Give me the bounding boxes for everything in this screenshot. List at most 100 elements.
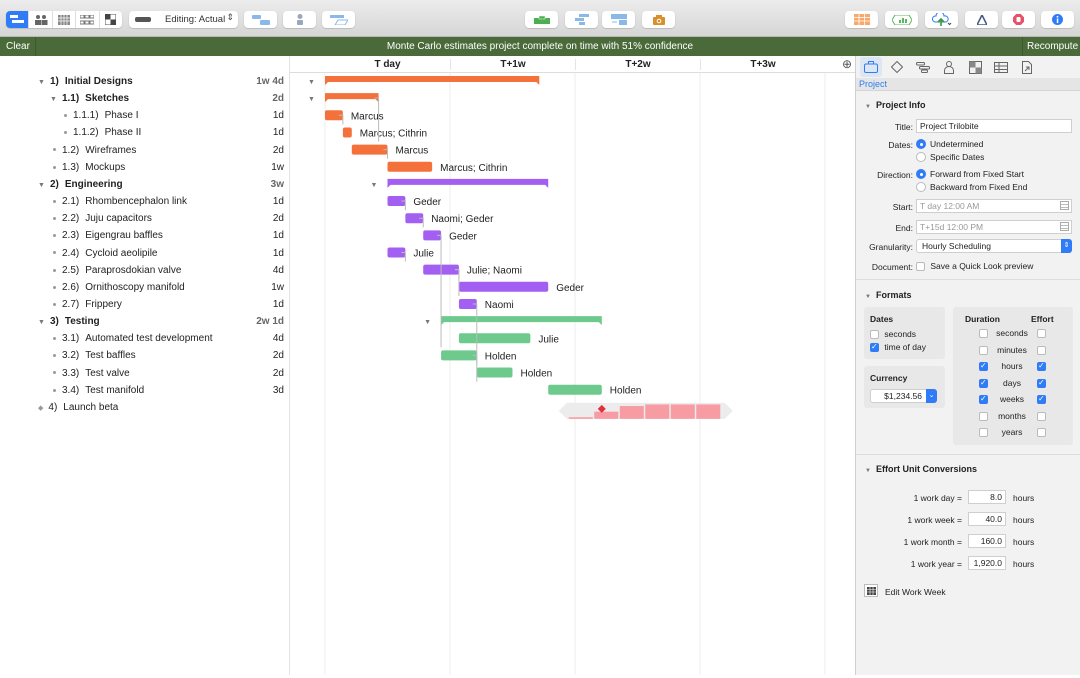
task-effort[interactable]: 3w: [271, 179, 284, 190]
outline-row[interactable]: 1.2) Wireframes 2d: [0, 142, 290, 159]
disclosure-triangle-icon[interactable]: ▼: [38, 182, 45, 189]
task-effort[interactable]: 1d: [273, 299, 284, 310]
outline-row[interactable]: 2.7) Frippery 1d: [0, 296, 290, 313]
conversion-value-field[interactable]: 1,920.0: [968, 556, 1006, 570]
effort-hours-checkbox[interactable]: [1037, 361, 1046, 371]
task-effort[interactable]: 1d: [273, 127, 284, 138]
tab-project[interactable]: [860, 57, 882, 77]
outline-row[interactable]: 3.3) Test valve 2d: [0, 365, 290, 382]
effort-years-checkbox[interactable]: [1037, 428, 1046, 437]
outline-row[interactable]: 3.1) Automated test development 4d: [0, 330, 290, 347]
conversion-value-field[interactable]: 40.0: [968, 512, 1006, 526]
edit-work-week-label[interactable]: Edit Work Week: [885, 587, 946, 597]
outline-row[interactable]: ▼ 3) Testing 2w 1d: [0, 313, 290, 330]
task-effort[interactable]: 4d: [273, 265, 284, 276]
outline-row[interactable]: 2.5) Paraprosdokian valve 4d: [0, 262, 290, 279]
outline-row[interactable]: 1.1.2) Phase II 1d: [0, 124, 290, 141]
outline-row[interactable]: 2.6) Ornithoscopy manifold 1w: [0, 279, 290, 296]
add-milestone-button[interactable]: [322, 11, 355, 28]
task-title[interactable]: 2.3) Eigengrau baffles: [53, 230, 163, 241]
styles-view-button[interactable]: [100, 11, 122, 28]
duration-months-checkbox[interactable]: [979, 411, 988, 421]
task-bar[interactable]: [548, 384, 602, 395]
duration-years-checkbox[interactable]: [979, 428, 988, 437]
conversion-value-field[interactable]: 8.0: [968, 490, 1006, 504]
task-effort[interactable]: 2d: [273, 213, 284, 224]
duration-days-checkbox[interactable]: [979, 378, 988, 388]
task-title[interactable]: 1.1.2) Phase II: [64, 127, 141, 138]
tab-table[interactable]: [990, 57, 1012, 77]
task-title[interactable]: 2.2) Juju capacitors: [53, 213, 152, 224]
disclosure-triangle-icon[interactable]: ▼: [38, 319, 45, 326]
end-date-field[interactable]: T+15d 12:00 PM: [916, 220, 1072, 234]
tab-task[interactable]: [912, 57, 934, 77]
violations-button[interactable]: [1002, 11, 1035, 28]
editing-mode-select[interactable]: Editing: Actual ⇕: [129, 11, 238, 28]
dates-time-of-day-checkbox[interactable]: time of day: [870, 342, 926, 353]
duration-hours-checkbox[interactable]: [979, 361, 988, 371]
distribution-bin[interactable]: [594, 411, 619, 419]
inspector-button[interactable]: [1041, 11, 1074, 28]
edit-work-week-button[interactable]: [864, 584, 878, 597]
outline-row[interactable]: 2.1) Rhombencephalon link 1d: [0, 193, 290, 210]
baseline-button[interactable]: [602, 11, 635, 28]
task-effort[interactable]: 1d: [273, 110, 284, 121]
task-title[interactable]: 1.2) Wireframes: [53, 145, 136, 156]
network-view-button[interactable]: [76, 11, 100, 28]
clear-button[interactable]: Clear: [0, 37, 36, 56]
duration-minutes-checkbox[interactable]: [979, 345, 988, 355]
task-title[interactable]: 1.1.1) Phase I: [64, 110, 139, 121]
task-bar[interactable]: [476, 367, 513, 378]
tab-styles[interactable]: [964, 57, 986, 77]
task-effort[interactable]: 2d: [272, 93, 284, 104]
group-bar[interactable]: [387, 178, 549, 188]
task-title[interactable]: 3.4) Test manifold: [53, 385, 144, 396]
project-title-field[interactable]: Project Trilobite: [916, 119, 1072, 133]
dates-undetermined-radio[interactable]: Undetermined: [916, 139, 983, 149]
distribution-bin[interactable]: [568, 417, 593, 419]
zoom-icon[interactable]: ⊕: [842, 57, 852, 71]
task-effort[interactable]: 1w: [271, 162, 284, 173]
distribution-bin[interactable]: [619, 406, 644, 419]
task-view-button[interactable]: [6, 11, 30, 28]
quick-look-checkbox[interactable]: Save a Quick Look preview: [916, 261, 1033, 272]
formats-section-header[interactable]: ▼ Formats: [865, 290, 911, 300]
distribution-bin[interactable]: [645, 404, 670, 419]
outline-row[interactable]: ◆ 4) Launch beta: [0, 399, 290, 416]
task-title[interactable]: 3.1) Automated test development: [53, 333, 213, 344]
effort-minutes-checkbox[interactable]: [1037, 345, 1046, 355]
task-title[interactable]: ▼ 1.1) Sketches: [50, 93, 129, 104]
calendar-picker-icon[interactable]: [1060, 222, 1069, 231]
calendar-picker-icon[interactable]: [1060, 201, 1069, 210]
snapshot-button[interactable]: [642, 11, 675, 28]
level-resources-button[interactable]: [525, 11, 558, 28]
task-effort[interactable]: 1d: [273, 248, 284, 259]
effort-weeks-checkbox[interactable]: [1037, 394, 1046, 404]
recompute-button[interactable]: Recompute: [1022, 37, 1080, 56]
add-task-button[interactable]: [244, 11, 277, 28]
group-bar[interactable]: [441, 316, 602, 326]
group-bar[interactable]: [325, 76, 540, 85]
task-effort[interactable]: 1w: [271, 282, 284, 293]
outline-row[interactable]: 3.4) Test manifold 3d: [0, 382, 290, 399]
add-resource-button[interactable]: [283, 11, 316, 28]
outline-row[interactable]: ▼ 2) Engineering 3w: [0, 176, 290, 193]
task-bar[interactable]: [458, 281, 549, 292]
changes-button[interactable]: [965, 11, 998, 28]
task-title[interactable]: ▼ 3) Testing: [38, 316, 100, 327]
granularity-select[interactable]: Hourly Scheduling ⇕: [916, 239, 1072, 253]
effort-months-checkbox[interactable]: [1037, 411, 1046, 421]
task-title[interactable]: 2.4) Cycloid aeolipile: [53, 248, 158, 259]
dates-specific-radio[interactable]: Specific Dates: [916, 152, 984, 162]
task-title[interactable]: 2.7) Frippery: [53, 299, 122, 310]
task-effort[interactable]: 2w 1d: [256, 316, 284, 327]
tab-export[interactable]: [1016, 57, 1038, 77]
task-effort[interactable]: 2d: [273, 350, 284, 361]
outline-row[interactable]: ▼ 1.1) Sketches 2d: [0, 90, 290, 107]
direction-backward-radio[interactable]: Backward from Fixed End: [916, 182, 1027, 192]
group-bar[interactable]: [325, 93, 379, 103]
task-title[interactable]: 1.3) Mockups: [53, 162, 125, 173]
outline-row[interactable]: ▼ 1) Initial Designs 1w 4d: [0, 73, 290, 90]
duration-seconds-checkbox[interactable]: [979, 329, 988, 338]
conversion-value-field[interactable]: 160.0: [968, 534, 1006, 548]
